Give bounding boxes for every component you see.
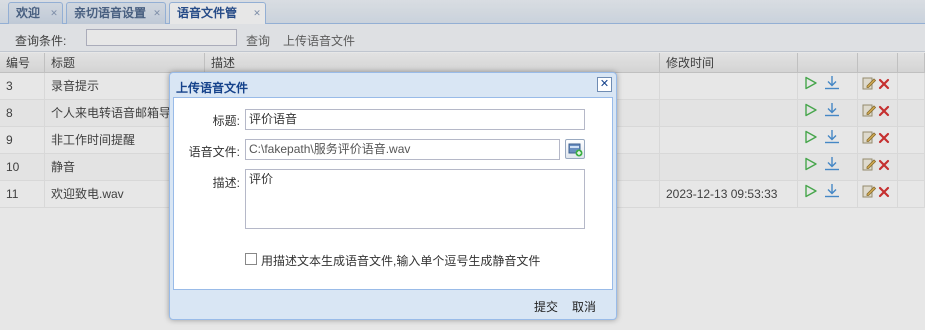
- browse-file-button[interactable]: [565, 139, 585, 159]
- title-field-label: 标题:: [212, 114, 240, 128]
- file-field-label: 语音文件:: [188, 145, 240, 159]
- browse-icon: [568, 143, 583, 157]
- tts-checkbox[interactable]: [245, 253, 257, 265]
- dialog-body: 标题: 评价语音 语音文件: C:\fakepath\服务评价语音.wav 描述…: [173, 97, 613, 290]
- desc-textarea[interactable]: 评价: [245, 169, 585, 229]
- tts-checkbox-label[interactable]: 用描述文本生成语音文件,输入单个逗号生成静音文件: [261, 252, 540, 269]
- cancel-button[interactable]: 取消: [572, 298, 596, 315]
- dialog-title: 上传语音文件: [176, 81, 249, 95]
- upload-dialog: 上传语音文件 ✕ 标题: 评价语音 语音文件: C:\fakepath\服务评价…: [169, 72, 617, 320]
- dialog-footer: 提交 取消: [170, 291, 616, 319]
- desc-field-label: 描述:: [212, 176, 240, 190]
- submit-button[interactable]: 提交: [534, 298, 558, 315]
- close-icon[interactable]: ✕: [597, 77, 612, 92]
- title-field[interactable]: 评价语音: [245, 109, 585, 130]
- file-field[interactable]: C:\fakepath\服务评价语音.wav: [245, 139, 560, 160]
